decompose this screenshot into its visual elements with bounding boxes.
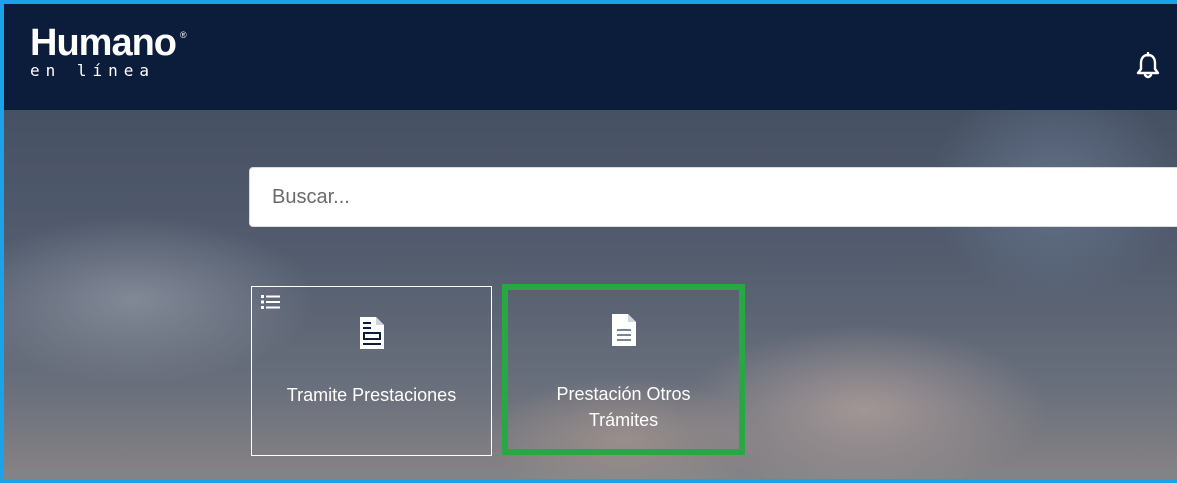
tile-label: Tramite Prestaciones: [286, 385, 457, 405]
logo-registered-mark: ®: [180, 30, 187, 40]
document-form-icon: [358, 315, 386, 355]
search-input[interactable]: [249, 167, 1177, 227]
tile-tramite-prestaciones[interactable]: Tramite Prestaciones: [251, 286, 492, 456]
logo-tagline: en línea: [30, 61, 156, 80]
humano-logo[interactable]: Humano ® en línea: [30, 22, 187, 80]
list-icon[interactable]: [261, 294, 281, 314]
app-frame: Humano ® en línea Buscar... Tramite Pres…: [0, 0, 1177, 483]
logo-wordmark: Humano: [30, 22, 177, 64]
bell-icon[interactable]: [1135, 51, 1161, 80]
top-navbar: Humano ® en línea: [4, 4, 1177, 110]
document-icon: [610, 312, 638, 352]
tile-prestacion-otros-tramites[interactable]: Prestación Otros Trámites: [502, 284, 745, 455]
tile-label: Prestación Otros Trámites: [556, 384, 691, 430]
hero-background: Tramite Prestaciones Prestación Otros Tr…: [4, 110, 1177, 479]
